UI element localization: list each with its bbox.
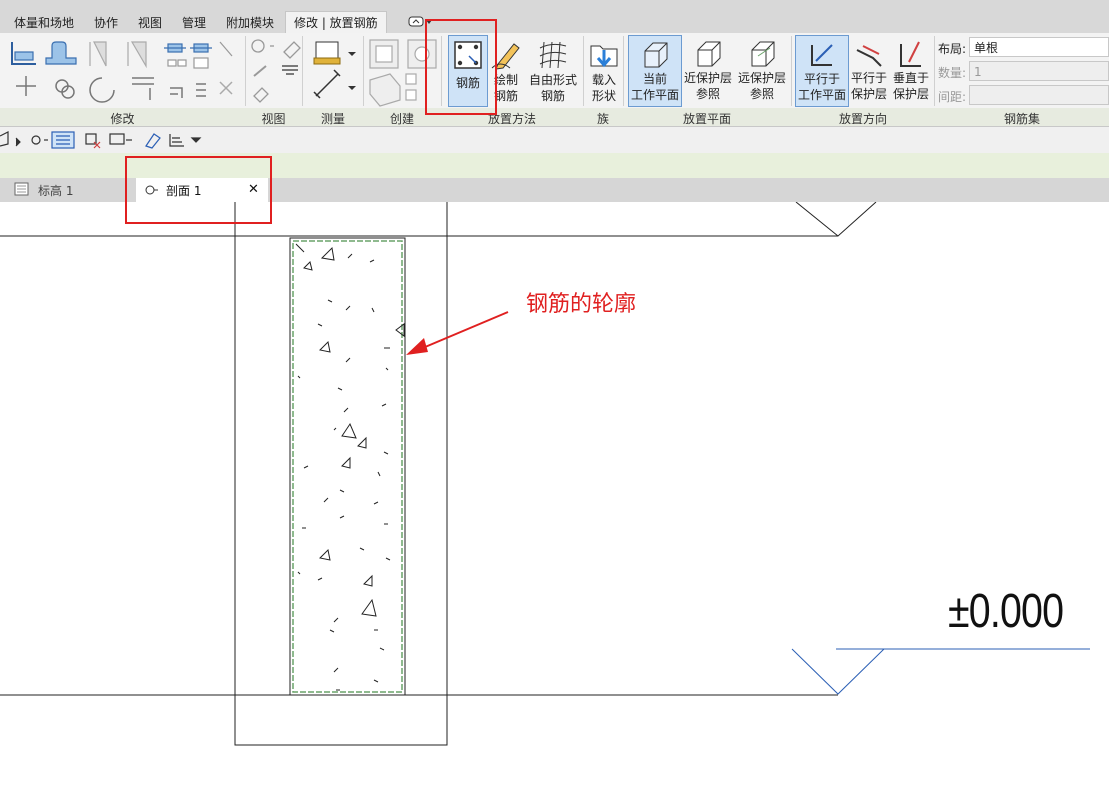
measure-tools-icons — [313, 41, 356, 99]
panel-title-modify: 修改 — [110, 112, 135, 126]
top-level-marker — [795, 202, 877, 237]
far-cover-label-2: 参照 — [749, 87, 774, 101]
panel-title-view: 视图 — [261, 112, 286, 126]
current-work-plane-button[interactable]: 当前 工作平面 — [628, 35, 682, 107]
menu-tab-collaborate[interactable]: 协作 — [94, 14, 118, 31]
separator — [302, 36, 303, 106]
parallel-cover-label-1: 平行于 — [850, 71, 887, 85]
load-shapes-label-1: 载入 — [591, 73, 616, 87]
menu-tab-manage[interactable]: 管理 — [182, 14, 206, 31]
separator — [623, 36, 624, 106]
menu-bar: 体量和场地 协作 视图 管理 附加模块 修改 | 放置钢筋 — [0, 0, 1109, 34]
quantity-field[interactable]: 1 — [969, 61, 1109, 81]
panel-title-rebar-set: 钢筋集 — [1003, 112, 1040, 126]
separator — [245, 36, 246, 106]
menu-tab-addins[interactable]: 附加模块 — [226, 14, 274, 31]
parallel-to-work-plane-button[interactable]: 平行于 工作平面 — [795, 35, 849, 107]
rebar-outline-annotation: 钢筋的轮廓 — [526, 292, 637, 317]
far-cover-cube-icon — [751, 41, 775, 67]
floor-plan-icon — [14, 182, 29, 196]
near-cover-cube-icon — [697, 41, 721, 67]
free-form-label-2: 钢筋 — [540, 89, 565, 103]
far-cover-reference-button[interactable]: 远保护层 参照 — [736, 36, 788, 106]
layout-label: 布局: — [938, 42, 967, 56]
layout-select[interactable]: 单根 — [969, 37, 1109, 57]
separator — [583, 36, 584, 106]
perpendicular-to-cover-button[interactable]: 垂直于 保护层 — [891, 36, 931, 106]
section-tab-highlight — [125, 156, 272, 224]
quantity-label: 数量: — [938, 66, 967, 80]
current-wp-label-1: 当前 — [642, 72, 667, 86]
near-cover-label-2: 参照 — [695, 87, 720, 101]
spacing-field[interactable] — [969, 85, 1109, 105]
elevation-label: ±0.000 — [948, 585, 1064, 638]
far-cover-label-1: 远保护层 — [737, 71, 786, 85]
separator — [791, 36, 792, 106]
spacing-label: 间距: — [938, 90, 967, 104]
near-cover-label-1: 近保护层 — [683, 71, 732, 85]
free-form-label-1: 自由形式 — [528, 73, 577, 87]
annotation-arrowhead — [406, 338, 428, 355]
parallel-wp-label-1: 平行于 — [803, 72, 840, 86]
load-folder-icon — [590, 45, 618, 68]
elevation-triangle — [791, 648, 885, 695]
perpendicular-cover-icon — [900, 41, 921, 67]
view-tools-icons — [251, 39, 301, 103]
panel-title-placement-plane: 放置平面 — [682, 112, 731, 126]
perp-cover-label-2: 保护层 — [892, 87, 929, 101]
parallel-wp-icon — [811, 44, 833, 66]
parallel-cover-icon — [856, 45, 882, 67]
current-wp-label-2: 工作平面 — [630, 88, 679, 102]
load-shapes-button[interactable]: 载入 形状 — [586, 36, 622, 106]
load-shapes-label-2: 形状 — [591, 89, 616, 103]
annotation-arrow — [417, 311, 509, 351]
panel-title-measure: 测量 — [320, 112, 345, 126]
separator — [934, 36, 935, 106]
menu-tab-massing[interactable]: 体量和场地 — [14, 14, 74, 31]
parallel-wp-label-2: 工作平面 — [797, 88, 846, 102]
perp-cover-label-1: 垂直于 — [892, 71, 929, 85]
separator — [363, 36, 364, 106]
panel-title-placement-orientation: 放置方向 — [838, 112, 887, 126]
work-plane-cube-icon — [644, 42, 668, 68]
view-control-icons — [0, 131, 202, 149]
free-form-rebar-button[interactable]: 自由形式 钢筋 — [526, 36, 580, 106]
parallel-to-cover-button[interactable]: 平行于 保护层 — [849, 36, 889, 106]
near-cover-reference-button[interactable]: 近保护层 参照 — [682, 36, 734, 106]
menu-tab-view[interactable]: 视图 — [138, 14, 162, 31]
menu-tab-modify-place-rebar[interactable]: 修改 | 放置钢筋 — [285, 11, 387, 34]
mesh-icon — [539, 41, 567, 69]
modify-tools-icons — [11, 41, 233, 103]
level-tab-label: 标高 1 — [38, 184, 74, 198]
panel-title-family: 族 — [596, 112, 609, 126]
rebar-button-highlight — [425, 19, 497, 115]
parallel-cover-label-2: 保护层 — [850, 87, 887, 101]
